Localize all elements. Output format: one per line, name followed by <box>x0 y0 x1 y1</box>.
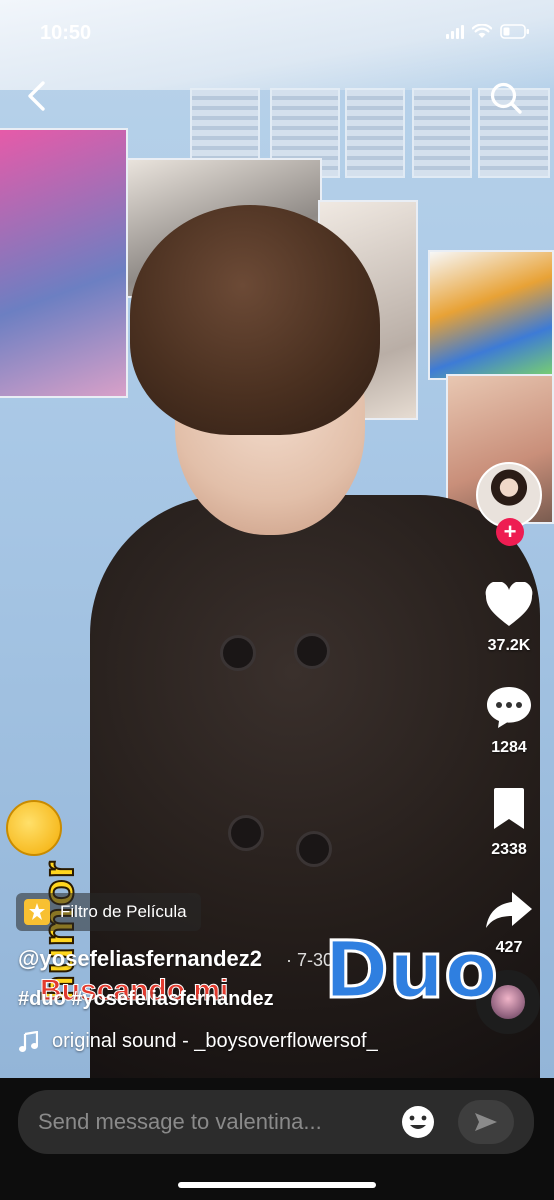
post-date: · 7-30 <box>286 950 334 970</box>
heart-icon <box>485 581 533 626</box>
bookmark-icon <box>494 788 524 829</box>
coat-button <box>228 815 264 851</box>
emoji-smile-icon <box>402 1106 434 1138</box>
like-count: 37.2K <box>487 637 531 654</box>
hair <box>130 205 380 435</box>
effect-chip[interactable]: Filtro de Película <box>16 893 201 931</box>
sound-link[interactable]: original sound - _boysoverflowersof_ <box>18 1030 378 1053</box>
comment-icon <box>487 687 531 728</box>
sound-name: original sound - _boysoverflowersof_ <box>52 1030 378 1052</box>
message-bar <box>0 1078 554 1200</box>
wall-vent <box>345 88 405 178</box>
wall-vent <box>412 88 472 178</box>
home-indicator <box>178 1182 376 1188</box>
comment-button[interactable]: 1284 <box>474 684 544 757</box>
overlay-title: Duo <box>323 925 500 1018</box>
effect-label: Filtro de Película <box>60 902 187 921</box>
emoji-button[interactable] <box>398 1102 438 1142</box>
status-bar: 10:50 <box>0 0 554 60</box>
post-hashtags[interactable]: #duo #yosefeliasfernandez <box>18 988 274 1011</box>
film-filter-icon <box>24 899 50 925</box>
coat-button <box>296 831 332 867</box>
chevron-left-icon <box>28 81 45 111</box>
laughing-emoji-sticker <box>6 800 62 856</box>
plus-icon: + <box>503 519 517 544</box>
search-icon <box>490 82 522 114</box>
send-arrow-icon <box>475 1113 497 1131</box>
save-count: 2338 <box>491 841 527 858</box>
creator-avatar-group: + <box>476 462 542 550</box>
comment-count: 1284 <box>491 739 527 756</box>
save-button[interactable]: 2338 <box>474 786 544 859</box>
creator-username[interactable]: @yosefeliasfernandez2 <box>18 946 262 972</box>
message-field <box>18 1090 534 1154</box>
back-button[interactable] <box>18 78 54 114</box>
cellular-signal-icon <box>446 24 464 39</box>
like-button[interactable]: 37.2K <box>474 581 544 655</box>
coat-button <box>294 633 330 669</box>
search-button[interactable] <box>486 78 526 118</box>
clock: 10:50 <box>40 22 92 44</box>
coat-button <box>220 635 256 671</box>
share-arrow-icon <box>486 892 532 928</box>
message-input[interactable] <box>38 1090 378 1154</box>
send-button[interactable] <box>458 1100 514 1144</box>
status-icons <box>446 24 530 39</box>
music-note-icon <box>19 1030 38 1052</box>
follow-button[interactable]: + <box>496 518 524 546</box>
battery-icon <box>500 24 529 39</box>
wifi-icon <box>472 24 492 38</box>
